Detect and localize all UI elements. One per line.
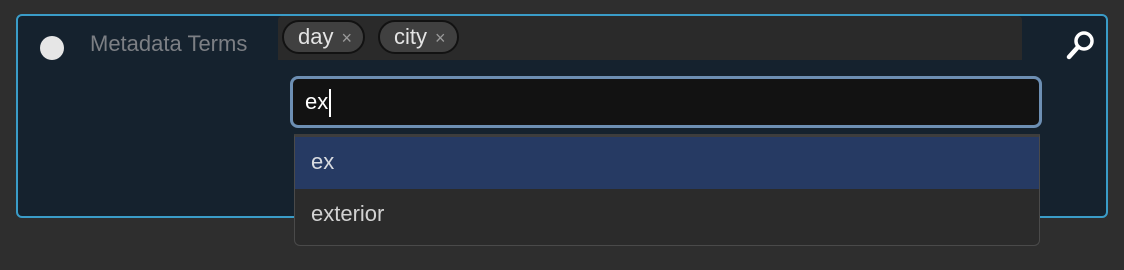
tag-day[interactable]: day × xyxy=(282,20,365,54)
tag-label: city xyxy=(394,24,427,49)
text-caret xyxy=(329,89,332,118)
tag-list: day × city × xyxy=(278,16,1022,60)
tag-city[interactable]: city × xyxy=(378,20,459,54)
close-icon[interactable]: × xyxy=(435,28,446,48)
close-icon[interactable]: × xyxy=(341,28,352,48)
search-input-value: ex xyxy=(305,89,329,114)
magnifier-icon[interactable] xyxy=(1064,30,1096,62)
radio-dot-icon[interactable] xyxy=(40,36,64,60)
search-input[interactable]: ex xyxy=(290,76,1042,128)
suggestion-item-ex[interactable]: ex xyxy=(295,137,1039,189)
field-label: Metadata Terms xyxy=(90,31,248,56)
tag-label: day xyxy=(298,24,334,49)
suggestion-dropdown: ex exterior xyxy=(294,134,1040,246)
suggestion-item-exterior[interactable]: exterior xyxy=(295,189,1039,241)
